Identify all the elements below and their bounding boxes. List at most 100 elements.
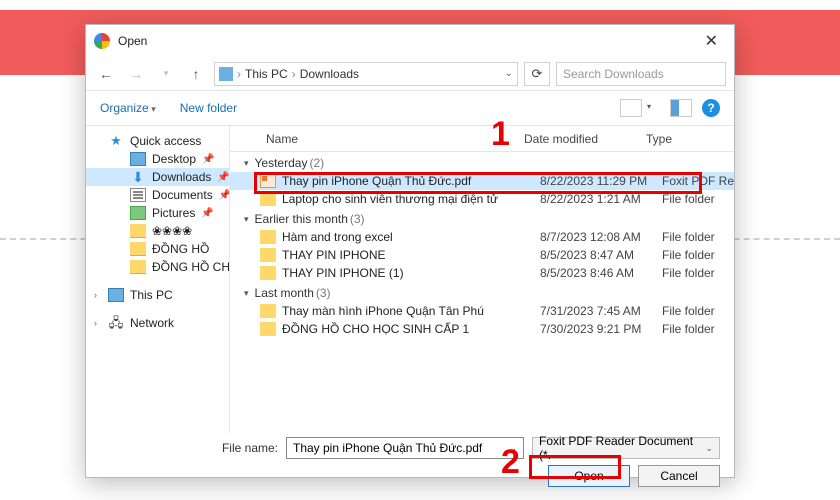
nav-bar: ← → ▾ ↑ › This PC › Downloads ⌄ ⟳ Search… xyxy=(86,57,734,91)
refresh-button[interactable]: ⟳ xyxy=(524,62,550,86)
file-type: File folder xyxy=(662,322,734,336)
documents-icon xyxy=(130,188,146,202)
file-name: ĐỒNG HỒ CHO HỌC SINH CẤP 1 xyxy=(282,322,540,336)
cancel-button[interactable]: Cancel xyxy=(638,465,720,487)
tree-label: Documents xyxy=(152,188,213,202)
download-icon: ⬇ xyxy=(130,170,146,184)
chevron-down-icon: ▾ xyxy=(244,158,249,169)
search-placeholder: Search Downloads xyxy=(563,67,664,81)
file-date: 8/5/2023 8:47 AM xyxy=(540,248,662,262)
group-yesterday[interactable]: ▾ Yesterday (2) xyxy=(230,152,734,172)
preview-pane-icon[interactable] xyxy=(670,99,692,117)
chrome-icon xyxy=(94,33,110,49)
tree-label: Network xyxy=(130,316,174,330)
group-label: Last month xyxy=(255,286,314,300)
group-count: (3) xyxy=(350,212,365,226)
tree-documents[interactable]: Documents 📌 xyxy=(86,186,229,204)
tree-separator xyxy=(86,304,229,314)
tree-folder-1[interactable]: ❀❀❀❀ xyxy=(86,222,229,240)
network-icon: 🖧 xyxy=(108,316,124,330)
view-options-icon[interactable] xyxy=(620,99,642,117)
up-button[interactable]: ↑ xyxy=(184,62,208,86)
file-type: Foxit PDF Re xyxy=(662,174,734,188)
pc-icon xyxy=(108,288,124,302)
group-label: Earlier this month xyxy=(255,212,348,226)
file-row[interactable]: Hàm and trong excel 8/7/2023 12:08 AM Fi… xyxy=(230,228,734,246)
tree-this-pc[interactable]: › This PC xyxy=(86,286,229,304)
toolbar: Organize New folder ? xyxy=(86,91,734,125)
tree-quick-access[interactable]: ★ Quick access xyxy=(86,132,229,150)
col-name[interactable]: Name xyxy=(258,132,524,146)
expand-icon[interactable]: › xyxy=(94,318,97,328)
tree-label: Desktop xyxy=(152,152,196,166)
organize-menu[interactable]: Organize xyxy=(100,101,156,115)
breadcrumb-sep: › xyxy=(237,67,241,81)
group-earlier-month[interactable]: ▾ Earlier this month (3) xyxy=(230,208,734,228)
open-button[interactable]: Open xyxy=(548,465,630,487)
tree-label: Pictures xyxy=(152,206,195,220)
pc-icon xyxy=(219,67,233,81)
column-headers: Name Date modified Type xyxy=(230,126,734,152)
back-button[interactable]: ← xyxy=(94,62,118,86)
file-row[interactable]: Thay màn hình iPhone Quận Tân Phú 7/31/2… xyxy=(230,302,734,320)
col-type[interactable]: Type xyxy=(646,132,734,146)
file-row[interactable]: ĐỒNG HỒ CHO HỌC SINH CẤP 1 7/30/2023 9:2… xyxy=(230,320,734,338)
recent-dropdown-icon[interactable]: ▾ xyxy=(154,62,178,86)
new-folder-button[interactable]: New folder xyxy=(180,101,237,115)
pictures-icon xyxy=(130,206,146,220)
pin-icon: 📌 xyxy=(201,208,213,219)
pin-icon: 📌 xyxy=(202,154,214,165)
expand-icon[interactable]: › xyxy=(94,290,97,300)
file-name: Laptop cho sinh viên thương mại điện tử xyxy=(282,192,540,206)
annotation-number-2: 2 xyxy=(501,443,520,482)
chevron-down-icon: ▾ xyxy=(244,288,249,299)
file-row[interactable]: Laptop cho sinh viên thương mại điện tử … xyxy=(230,190,734,208)
file-area: Name Date modified Type ▾ Yesterday (2) … xyxy=(230,126,734,433)
filename-label: File name: xyxy=(100,441,278,455)
tree-desktop[interactable]: Desktop 📌 xyxy=(86,150,229,168)
tree-downloads[interactable]: ⬇ Downloads 📌 xyxy=(86,168,229,186)
group-count: (2) xyxy=(309,156,324,170)
button-row: Open Cancel xyxy=(100,465,720,487)
breadcrumb[interactable]: › This PC › Downloads ⌄ xyxy=(214,62,518,86)
search-input[interactable]: Search Downloads xyxy=(556,62,726,86)
filename-row: File name: Thay pin iPhone Quận Thủ Đức.… xyxy=(100,437,720,459)
tree-label: This PC xyxy=(130,288,173,302)
file-list: ▾ Yesterday (2) Thay pin iPhone Quận Thủ… xyxy=(230,152,734,433)
group-last-month[interactable]: ▾ Last month (3) xyxy=(230,282,734,302)
dialog-title: Open xyxy=(118,34,697,48)
folder-icon xyxy=(260,192,276,206)
close-button[interactable]: ✕ xyxy=(697,31,726,51)
tree-label: ❀❀❀❀ xyxy=(152,224,192,238)
file-row[interactable]: THAY PIN IPHONE (1) 8/5/2023 8:46 AM Fil… xyxy=(230,264,734,282)
filter-text: Foxit PDF Reader Document (*. xyxy=(539,434,705,462)
folder-icon xyxy=(260,322,276,336)
folder-icon xyxy=(130,260,146,274)
folder-icon xyxy=(130,224,146,238)
tree-pictures[interactable]: Pictures 📌 xyxy=(86,204,229,222)
col-date[interactable]: Date modified xyxy=(524,132,646,146)
tree-label: Quick access xyxy=(130,134,201,148)
forward-button[interactable]: → xyxy=(124,62,148,86)
file-type-filter[interactable]: Foxit PDF Reader Document (*. ⌄ xyxy=(532,437,720,459)
filename-input[interactable]: Thay pin iPhone Quận Thủ Đức.pdf ⌄ xyxy=(286,437,524,459)
tree-label: ĐỒNG HỒ xyxy=(152,242,209,256)
tree-network[interactable]: › 🖧 Network xyxy=(86,314,229,332)
file-row[interactable]: THAY PIN IPHONE 8/5/2023 8:47 AM File fo… xyxy=(230,246,734,264)
file-name: THAY PIN IPHONE xyxy=(282,248,540,262)
file-row-selected[interactable]: Thay pin iPhone Quận Thủ Đức.pdf 8/22/20… xyxy=(230,172,734,190)
tree-folder-3[interactable]: ĐỒNG HỒ CHO xyxy=(86,258,229,276)
file-name: THAY PIN IPHONE (1) xyxy=(282,266,540,280)
tree-folder-2[interactable]: ĐỒNG HỒ xyxy=(86,240,229,258)
crumb-this-pc[interactable]: This PC xyxy=(245,67,288,81)
crumb-dropdown-icon[interactable]: ⌄ xyxy=(505,68,513,79)
file-date: 7/30/2023 9:21 PM xyxy=(540,322,662,336)
annotation-number-1: 1 xyxy=(491,115,510,154)
file-name: Hàm and trong excel xyxy=(282,230,540,244)
chevron-down-icon: ▾ xyxy=(244,214,249,225)
group-count: (3) xyxy=(316,286,331,300)
folder-icon xyxy=(260,230,276,244)
star-icon: ★ xyxy=(108,134,124,148)
crumb-downloads[interactable]: Downloads xyxy=(300,67,359,81)
help-icon[interactable]: ? xyxy=(702,99,720,117)
